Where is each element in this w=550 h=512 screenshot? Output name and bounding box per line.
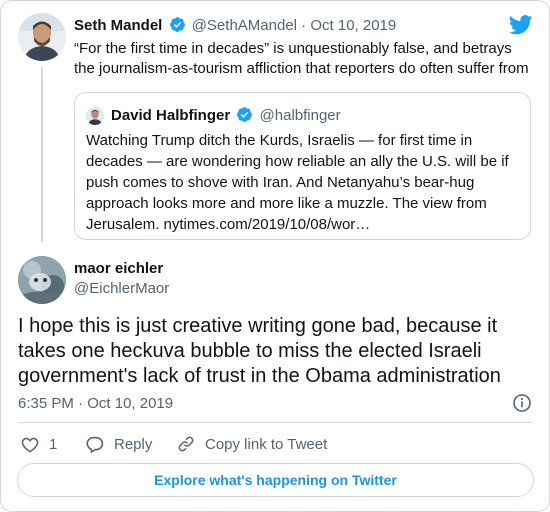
main-author-avatar[interactable]	[18, 256, 66, 304]
quoted-author-name: David Halbfinger	[111, 107, 231, 124]
tweet-time: 6:35 PM	[18, 395, 74, 412]
quoted-author-avatar	[86, 107, 104, 125]
like-button[interactable]: 1	[21, 433, 57, 455]
tweet-date: Oct 10, 2019	[87, 395, 174, 412]
tweet-timestamp[interactable]: 6:35 PM · Oct 10, 2019	[18, 394, 173, 414]
timestamp-separator: ·	[78, 395, 84, 412]
explore-twitter-button[interactable]: Explore what's happening on Twitter	[17, 463, 534, 497]
quoted-tweet-text: Watching Trump ditch the Kurds, Israelis…	[86, 132, 509, 233]
thread-connector-line	[41, 67, 43, 242]
parent-tweet-date[interactable]: Oct 10, 2019	[310, 17, 396, 34]
reply-icon	[86, 436, 104, 453]
verified-badge-icon	[169, 16, 186, 39]
parent-tweet-text: “For the first time in decades” is unque…	[74, 40, 529, 77]
parent-author-handle[interactable]: @SethAMandel	[192, 17, 297, 34]
twitter-bird-icon[interactable]	[508, 15, 533, 40]
main-author-handle[interactable]: @EichlerMaor	[74, 279, 169, 299]
heart-icon	[21, 437, 39, 452]
header-separator: ·	[301, 17, 307, 34]
main-tweet-text: I hope this is just creative writing gon…	[18, 315, 501, 387]
info-icon[interactable]	[512, 393, 532, 418]
reply-button[interactable]: Reply	[85, 433, 152, 455]
copy-link-button[interactable]: Copy link to Tweet	[177, 433, 327, 455]
main-author-name[interactable]: maor eichler	[74, 259, 163, 279]
reply-label: Reply	[114, 435, 153, 453]
link-icon	[178, 436, 194, 452]
like-count: 1	[49, 435, 58, 453]
quoted-tweet[interactable]: David Halbfinger @halbfinger Watching Tr…	[74, 92, 531, 240]
parent-author-name[interactable]: Seth Mandel	[74, 17, 162, 34]
copy-link-label: Copy link to Tweet	[205, 435, 328, 453]
embedded-tweet-card: Seth Mandel @SethAMandel · Oct 10, 2019 …	[0, 0, 550, 512]
quoted-tweet-header: David Halbfinger @halbfinger	[111, 106, 341, 129]
parent-tweet-header: Seth Mandel @SethAMandel · Oct 10, 2019	[74, 16, 396, 39]
parent-author-avatar[interactable]	[18, 13, 66, 61]
actions-divider	[18, 422, 533, 423]
quoted-author-handle: @halbfinger	[259, 107, 341, 124]
verified-badge-icon	[236, 106, 253, 129]
